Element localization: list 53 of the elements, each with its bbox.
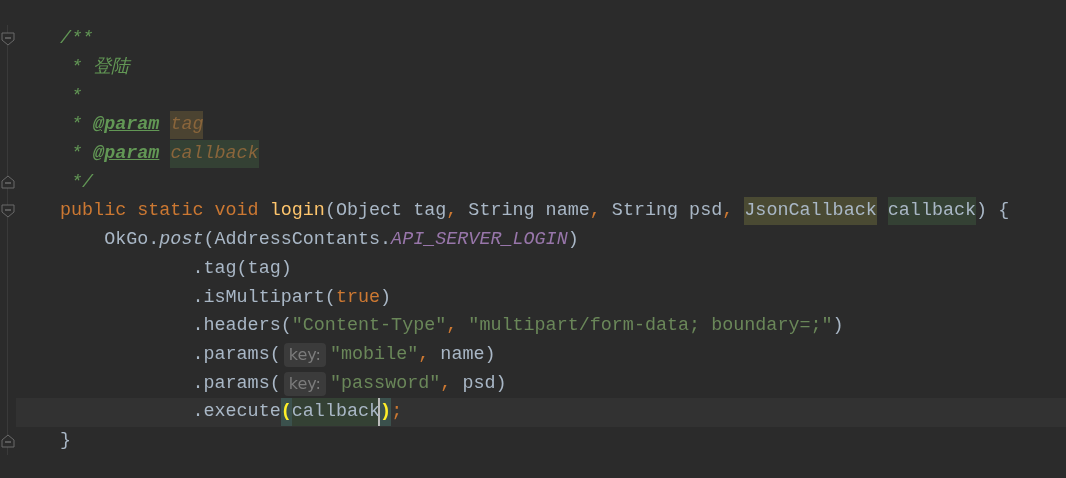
code-token: *	[70, 142, 84, 167]
code-token: name)	[439, 342, 496, 367]
code-token: ,	[418, 342, 430, 367]
code-token: public static void	[60, 199, 260, 224]
code-token: .tag(tag)	[191, 256, 292, 281]
parameter-hint: key:	[283, 371, 326, 396]
code-token: String psd	[610, 199, 723, 224]
code-token: tag	[170, 111, 204, 140]
code-token: .execute	[191, 400, 281, 425]
code-token: (	[280, 398, 292, 427]
code-token: )	[567, 228, 579, 253]
code-token: /**	[60, 27, 94, 52]
code-token: API_SERVER_LOGIN	[391, 228, 568, 253]
code-token: ,	[589, 199, 601, 224]
code-token: ,	[440, 371, 452, 396]
fold-marker-icon[interactable]	[1, 433, 15, 448]
code-token: ) {	[976, 199, 1010, 224]
code-token: ;	[391, 400, 403, 425]
code-token: .isMultipart(	[191, 285, 336, 310]
parameter-hint: key:	[283, 342, 326, 367]
code-token: JsonCallback	[744, 197, 877, 226]
code-token: post	[159, 228, 204, 253]
code-token: )	[380, 398, 392, 427]
code-token: "password"	[329, 371, 441, 396]
code-token: */	[70, 170, 94, 195]
code-token: *	[70, 113, 84, 138]
code-token: ,	[722, 199, 734, 224]
code-token: login	[269, 199, 325, 224]
code-token: psd)	[461, 371, 507, 396]
code-token: callback	[170, 140, 259, 169]
code-token: .params(	[191, 371, 281, 396]
code-token: }	[60, 428, 72, 453]
code-token: )	[832, 314, 844, 339]
code-token: ,	[446, 314, 458, 339]
code-token: "Content-Type"	[291, 314, 447, 339]
code-token: (Object tag	[324, 199, 447, 224]
fold-marker-icon[interactable]	[1, 32, 15, 46]
code-token: callback	[887, 197, 977, 226]
code-token: * 登陆	[70, 56, 130, 81]
code-token: @param	[93, 113, 160, 138]
code-token: .params(	[191, 342, 281, 367]
code-token: .headers(	[191, 314, 292, 339]
code-token: "mobile"	[329, 342, 419, 367]
code-token: String name	[467, 199, 590, 224]
code-token: true	[335, 285, 381, 310]
code-token: *	[70, 84, 83, 109]
fold-marker-icon[interactable]	[1, 204, 15, 219]
code-token: ,	[446, 199, 458, 224]
code-token: @param	[93, 142, 160, 167]
code-token: )	[380, 285, 392, 310]
code-token: "multipart/form-data; boundary=;"	[467, 314, 833, 339]
fold-marker-icon[interactable]	[1, 175, 15, 190]
code-token: OkGo.	[103, 228, 160, 253]
